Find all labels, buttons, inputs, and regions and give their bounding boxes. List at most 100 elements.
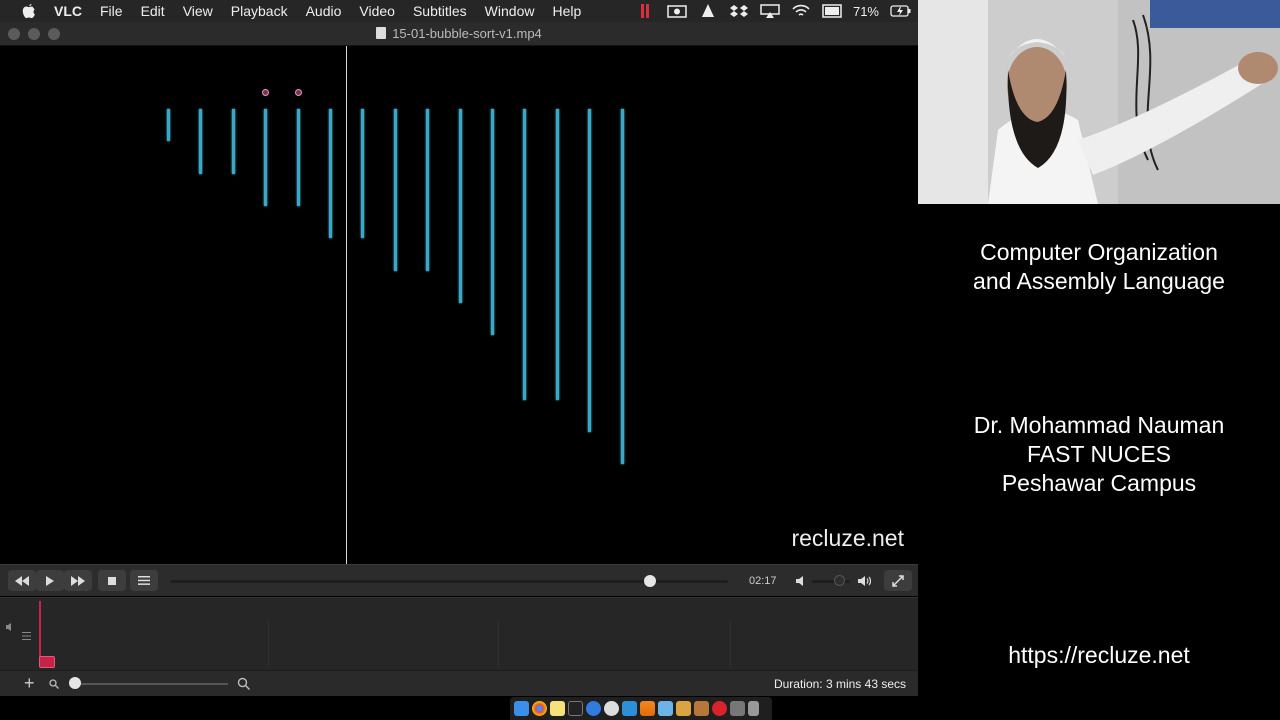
sort-bar bbox=[620, 109, 624, 465]
fullscreen-button[interactable] bbox=[884, 570, 912, 591]
webcam-overlay bbox=[918, 0, 1280, 204]
menu-bar: VLC File Edit View Playback Audio Video … bbox=[0, 0, 918, 22]
fullscreen-icon bbox=[892, 574, 904, 587]
dropbox-icon[interactable] bbox=[729, 4, 749, 18]
watermark: recluze.net bbox=[791, 525, 904, 551]
course-title-line1: Computer Organization bbox=[980, 239, 1218, 265]
vlc-cone-icon[interactable] bbox=[698, 4, 718, 18]
sort-divider-line bbox=[346, 46, 347, 564]
editor-status-bar: + Duration: 3 mins 43 secs bbox=[0, 670, 918, 696]
sort-bar bbox=[167, 109, 170, 142]
rewind-icon bbox=[15, 575, 29, 586]
app-icon[interactable] bbox=[694, 701, 709, 716]
course-title: Computer Organization and Assembly Langu… bbox=[918, 238, 1280, 296]
elapsed-time: 02:17 bbox=[749, 575, 777, 587]
sort-bar bbox=[199, 109, 203, 174]
add-icon[interactable]: + bbox=[24, 673, 35, 694]
menu-subtitles[interactable]: Subtitles bbox=[413, 3, 467, 19]
finder-icon[interactable] bbox=[514, 701, 529, 716]
recording-indicator-icon[interactable] bbox=[636, 4, 656, 18]
timeline-gridline bbox=[268, 620, 269, 668]
sort-bar bbox=[296, 109, 300, 206]
menu-video[interactable]: Video bbox=[359, 3, 395, 19]
airplay-icon[interactable] bbox=[760, 4, 780, 18]
course-url: https://recluze.net bbox=[1008, 642, 1190, 668]
menu-audio[interactable]: Audio bbox=[306, 3, 342, 19]
track-menu-icon[interactable] bbox=[22, 632, 31, 640]
timeline-panel[interactable] bbox=[0, 597, 918, 670]
playlist-icon bbox=[138, 576, 150, 585]
window-title-text: 15-01-bubble-sort-v1.mp4 bbox=[392, 26, 542, 41]
stop-icon bbox=[108, 576, 116, 585]
wifi-icon[interactable] bbox=[791, 4, 811, 18]
seek-knob[interactable] bbox=[643, 575, 656, 587]
course-title-line2: and Assembly Language bbox=[973, 268, 1225, 294]
compare-marker bbox=[262, 89, 270, 96]
volume-low-icon[interactable] bbox=[794, 574, 808, 588]
author-institution: FAST NUCES bbox=[1027, 441, 1171, 467]
sort-bar bbox=[231, 109, 235, 174]
sort-bar bbox=[555, 109, 559, 400]
status-area: 71% bbox=[636, 4, 918, 19]
screen-record-icon[interactable] bbox=[667, 4, 687, 18]
menu-view[interactable]: View bbox=[183, 3, 213, 19]
playback-controls: 02:17 bbox=[0, 564, 918, 596]
menu-edit[interactable]: Edit bbox=[141, 3, 165, 19]
track-audio-icon[interactable] bbox=[5, 622, 15, 632]
volume-knob[interactable] bbox=[834, 575, 845, 586]
battery-percent: 71% bbox=[852, 3, 879, 19]
document-icon bbox=[376, 27, 387, 39]
sort-bar bbox=[588, 109, 592, 432]
menu-help[interactable]: Help bbox=[552, 3, 581, 19]
vlc-icon[interactable] bbox=[640, 701, 655, 716]
menu-vlc[interactable]: VLC bbox=[54, 3, 82, 19]
rewind-button[interactable] bbox=[8, 570, 36, 591]
sort-bar bbox=[491, 109, 494, 336]
play-button[interactable] bbox=[36, 570, 64, 591]
stop-button[interactable] bbox=[98, 570, 126, 591]
menu-file[interactable]: File bbox=[100, 3, 123, 19]
photos-icon[interactable] bbox=[676, 701, 691, 716]
author-campus: Peshawar Campus bbox=[1001, 470, 1197, 496]
opera-icon[interactable] bbox=[712, 701, 727, 716]
compass-icon[interactable] bbox=[604, 701, 619, 716]
compare-marker bbox=[294, 89, 302, 96]
menu-window[interactable]: Window bbox=[485, 3, 535, 19]
fast-forward-button[interactable] bbox=[64, 570, 92, 591]
dock bbox=[510, 697, 772, 720]
zoom-knob[interactable] bbox=[69, 677, 81, 689]
app-icon-2[interactable] bbox=[730, 701, 745, 716]
timeline-gridline bbox=[498, 620, 499, 668]
video-area[interactable]: recluze.net bbox=[0, 46, 918, 564]
display-icon[interactable] bbox=[822, 4, 842, 18]
timeline-gridline bbox=[730, 620, 731, 668]
preview-icon[interactable] bbox=[658, 701, 673, 716]
menu-playback[interactable]: Playback bbox=[231, 3, 288, 19]
course-info-panel: Computer Organization and Assembly Langu… bbox=[918, 204, 1280, 720]
chrome-icon[interactable] bbox=[532, 701, 547, 716]
author-name: Dr. Mohammad Nauman bbox=[973, 412, 1225, 438]
zoom-slider[interactable] bbox=[72, 683, 228, 685]
window-title-bar: 15-01-bubble-sort-v1.mp4 bbox=[0, 22, 918, 46]
apple-menu-icon[interactable] bbox=[20, 3, 38, 19]
vscode-icon[interactable] bbox=[622, 701, 637, 716]
zoom-in-icon[interactable] bbox=[237, 677, 250, 690]
play-icon bbox=[46, 575, 54, 586]
author-block: Dr. Mohammad Nauman FAST NUCES Peshawar … bbox=[918, 411, 1280, 498]
notes-icon[interactable] bbox=[550, 701, 565, 716]
window-title: 15-01-bubble-sort-v1.mp4 bbox=[0, 26, 918, 41]
terminal-icon[interactable] bbox=[568, 701, 583, 716]
fast-forward-icon bbox=[71, 575, 85, 586]
zoom-out-icon[interactable] bbox=[49, 679, 59, 689]
playlist-button[interactable] bbox=[130, 570, 158, 591]
sort-bar bbox=[523, 109, 527, 400]
timeline-playhead-handle[interactable] bbox=[39, 656, 55, 668]
trash-icon[interactable] bbox=[748, 701, 759, 716]
duration-label: Duration: 3 mins 43 secs bbox=[773, 677, 906, 691]
presenter-image bbox=[918, 0, 1280, 204]
sort-bar bbox=[264, 109, 268, 206]
volume-high-icon[interactable] bbox=[857, 574, 871, 588]
sort-bar bbox=[393, 109, 397, 271]
battery-icon[interactable] bbox=[890, 4, 912, 18]
safari-icon[interactable] bbox=[586, 701, 601, 716]
